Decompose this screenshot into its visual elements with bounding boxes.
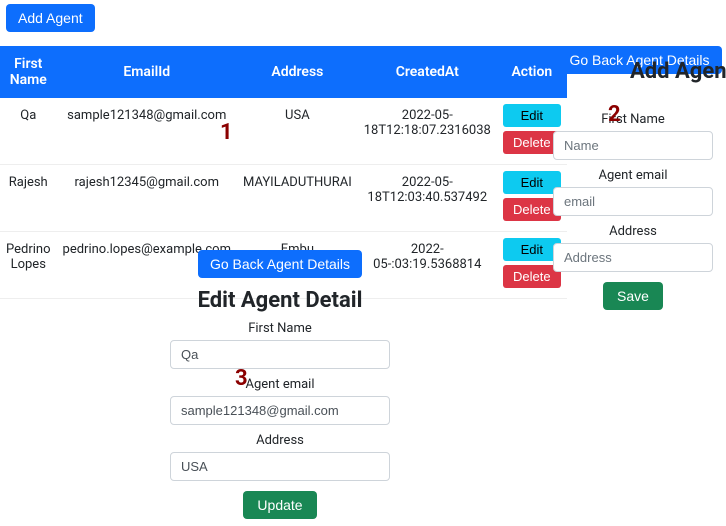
edit-agent-heading: Edit Agent Detail — [170, 288, 390, 313]
email-input[interactable] — [553, 187, 713, 216]
first-name-input[interactable] — [170, 340, 390, 369]
email-input[interactable] — [170, 396, 390, 425]
address-input[interactable] — [170, 452, 390, 481]
email-label: Agent email — [170, 377, 390, 392]
first-name-label: First Name — [170, 321, 390, 336]
table-row: Rajesh rajesh12345@gmail.com MAYILADUTHU… — [0, 165, 567, 232]
cell-address: USA — [237, 98, 358, 165]
add-agent-heading: Add Agent — [630, 60, 726, 84]
go-back-button[interactable]: Go Back Agent Details — [198, 250, 362, 278]
first-name-input[interactable] — [553, 131, 713, 160]
email-label: Agent email — [553, 168, 713, 183]
cell-email: sample121348@gmail.com — [57, 98, 237, 165]
address-input[interactable] — [553, 243, 713, 272]
update-button[interactable]: Update — [243, 491, 316, 519]
cell-address: MAYILADUTHURAI — [237, 165, 358, 232]
col-email: EmailId — [57, 46, 237, 98]
table-row: Qa sample121348@gmail.com USA 2022-05-18… — [0, 98, 567, 165]
cell-first-name: Qa — [0, 98, 57, 165]
cell-first-name: Pedrino Lopes — [0, 232, 57, 299]
first-name-label: First Name — [553, 112, 713, 127]
cell-first-name: Rajesh — [0, 165, 57, 232]
col-address: Address — [237, 46, 358, 98]
cell-created-at: 2022-05-18T12:03:40.537492 — [358, 165, 497, 232]
address-label: Address — [170, 433, 390, 448]
col-created-at: CreatedAt — [358, 46, 497, 98]
add-agent-button[interactable]: Add Agent — [6, 4, 95, 32]
save-button[interactable]: Save — [603, 282, 663, 310]
cell-email: rajesh12345@gmail.com — [57, 165, 237, 232]
address-label: Address — [553, 224, 713, 239]
cell-created-at: 2022-05-18T12:18:07.2316038 — [358, 98, 497, 165]
col-first-name: First Name — [0, 46, 57, 98]
